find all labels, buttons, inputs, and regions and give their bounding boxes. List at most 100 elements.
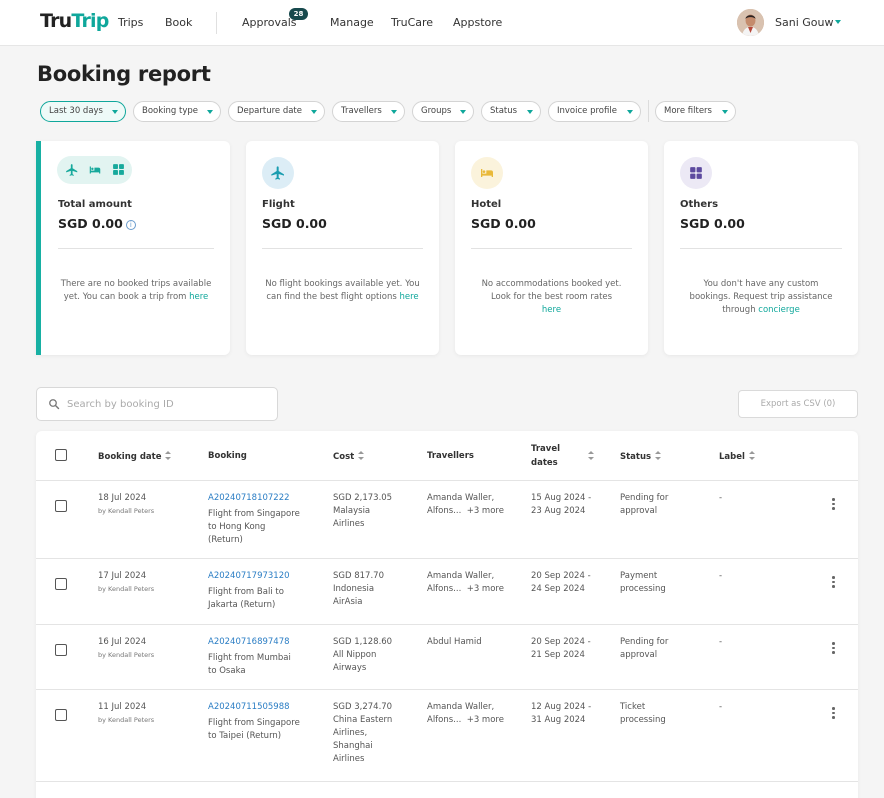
booking-date: 16 Jul 2024: [98, 637, 147, 647]
col-cost[interactable]: Cost: [333, 451, 365, 462]
filter-status[interactable]: Status: [481, 101, 541, 122]
chevron-down-icon: [112, 110, 118, 114]
row-divider: [36, 624, 858, 625]
bookings-table: Booking date Booking Cost Travellers Tra…: [36, 431, 858, 798]
booking-date: 17 Jul 2024: [98, 571, 147, 581]
info-icon[interactable]: i: [125, 220, 136, 230]
flight-icon-badge: [262, 157, 294, 189]
label: -: [719, 702, 723, 712]
sort-icon: [748, 451, 755, 460]
more-travellers-link[interactable]: +3 more: [467, 715, 504, 725]
row-divider: [36, 558, 858, 559]
booked-by: by Kendall Peters: [98, 585, 155, 593]
col-booking-date[interactable]: Booking date: [98, 451, 172, 462]
booking-desc: Flight from Singapore to Hong Kong (Return…: [208, 509, 300, 545]
chevron-down-icon: [207, 110, 213, 114]
plane-icon: [66, 164, 78, 176]
card-label: Hotel: [471, 199, 502, 210]
row-checkbox[interactable]: [55, 644, 67, 656]
hotel-here-link[interactable]: here: [542, 305, 561, 315]
nav-item-trips[interactable]: Trips: [118, 16, 143, 29]
cost: SGD 1,128.60 All Nippon Airways: [333, 637, 393, 673]
row-divider: [36, 480, 858, 481]
booked-by: by Kendall Peters: [98, 716, 155, 724]
card-amount: SGD 0.00 i: [58, 216, 136, 231]
nav-item-manage[interactable]: Manage: [330, 16, 374, 29]
booking-desc: Flight from Bali to Jakarta (Return): [208, 587, 284, 610]
card-message: No accommodations booked yet. Look for t…: [481, 279, 622, 315]
card-message: No flight bookings available yet. You ca…: [265, 279, 420, 302]
nav-item-approvals[interactable]: Approvals: [242, 16, 297, 29]
travel-dates: 15 Aug 2024 -23 Aug 2024: [531, 493, 592, 516]
filter-departure-date[interactable]: Departure date: [228, 101, 325, 122]
export-csv-button[interactable]: Export as CSV (0): [738, 390, 858, 418]
label: -: [719, 571, 723, 581]
col-travellers: Travellers: [427, 451, 474, 461]
hotel-icon-badge: [471, 157, 503, 189]
filter-divider: [648, 100, 649, 122]
user-name[interactable]: Sani Gouw: [775, 16, 833, 29]
search-box[interactable]: [36, 387, 278, 421]
total-amount-card: Total amount SGD 0.00 i There are no book…: [36, 141, 230, 355]
nav-item-book[interactable]: Book: [165, 16, 192, 29]
booking-id-link[interactable]: A20240716897478: [208, 636, 290, 649]
more-travellers-link[interactable]: +3 more: [467, 584, 504, 594]
filter-booking-type[interactable]: Booking type: [133, 101, 221, 122]
card-amount: SGD 0.00: [680, 216, 745, 231]
flight-here-link[interactable]: here: [399, 292, 418, 302]
status: Pending for approval: [620, 493, 669, 516]
card-amount: SGD 0.00: [262, 216, 327, 231]
travel-dates: 12 Aug 2024 -31 Aug 2024: [531, 702, 592, 725]
bed-icon: [89, 166, 101, 174]
more-options-icon[interactable]: [832, 576, 836, 588]
card-label: Total amount: [58, 199, 132, 210]
sort-icon[interactable]: [588, 451, 594, 460]
label: -: [719, 493, 723, 503]
travellers: Amanda Waller, Alfons... +3 more: [427, 493, 504, 516]
row-checkbox[interactable]: [55, 500, 67, 512]
label: -: [719, 637, 723, 647]
more-travellers-link[interactable]: +3 more: [467, 506, 504, 516]
booked-by: by Kendall Peters: [98, 651, 155, 659]
cost: SGD 817.70 Indonesia AirAsia: [333, 571, 384, 607]
card-message: There are no booked trips available yet.…: [60, 279, 212, 302]
cost: SGD 2,173.05 Malaysia Airlines: [333, 493, 393, 529]
book-here-link[interactable]: here: [189, 292, 208, 302]
flight-card: Flight SGD 0.00 No flight bookings avail…: [246, 141, 439, 355]
nav-item-trucare[interactable]: TruCare: [391, 16, 433, 29]
nav-item-appstore[interactable]: Appstore: [453, 16, 502, 29]
booking-id-link[interactable]: A20240717973120: [208, 570, 290, 583]
booking-desc: Flight from Singapore to Taipei (Return): [208, 718, 300, 741]
row-checkbox[interactable]: [55, 578, 67, 590]
cost: SGD 3,274.70 China Eastern Airlines, Shangh…: [333, 702, 393, 764]
more-options-icon[interactable]: [832, 498, 836, 510]
booking-id-link[interactable]: A20240711505988: [208, 701, 290, 714]
filter-travellers[interactable]: Travellers: [332, 101, 405, 122]
others-icon-badge: [680, 157, 712, 189]
filter-invoice-profile[interactable]: Invoice profile: [548, 101, 641, 122]
filter-more[interactable]: More filters: [655, 101, 736, 122]
travel-dates: 20 Sep 2024 -24 Sep 2024: [531, 571, 591, 594]
col-travel-dates[interactable]: Travel dates: [531, 442, 560, 470]
concierge-link[interactable]: concierge: [758, 305, 800, 315]
status: Ticket processing: [620, 702, 666, 725]
row-checkbox[interactable]: [55, 709, 67, 721]
more-options-icon[interactable]: [832, 707, 836, 719]
card-message: You don't have any custom bookings. Requ…: [689, 279, 833, 315]
col-label[interactable]: Label: [719, 451, 755, 462]
select-all-checkbox[interactable]: [55, 449, 67, 461]
chevron-down-icon[interactable]: [835, 20, 841, 24]
travellers: Amanda Waller, Alfons... +3 more: [427, 702, 504, 725]
trutrip-logo[interactable]: TruTrip: [40, 10, 109, 32]
card-amount: SGD 0.00: [471, 216, 536, 231]
col-status[interactable]: Status: [620, 451, 662, 462]
booking-desc: Flight from Mumbai to Osaka: [208, 653, 291, 676]
card-label: Flight: [262, 199, 295, 210]
card-divider: [262, 248, 423, 249]
more-options-icon[interactable]: [832, 642, 836, 654]
filter-groups[interactable]: Groups: [412, 101, 474, 122]
booking-id-link[interactable]: A20240718107222: [208, 492, 290, 505]
filter-date-range[interactable]: Last 30 days: [40, 101, 126, 122]
avatar[interactable]: [737, 9, 764, 36]
search-input[interactable]: [67, 396, 267, 412]
